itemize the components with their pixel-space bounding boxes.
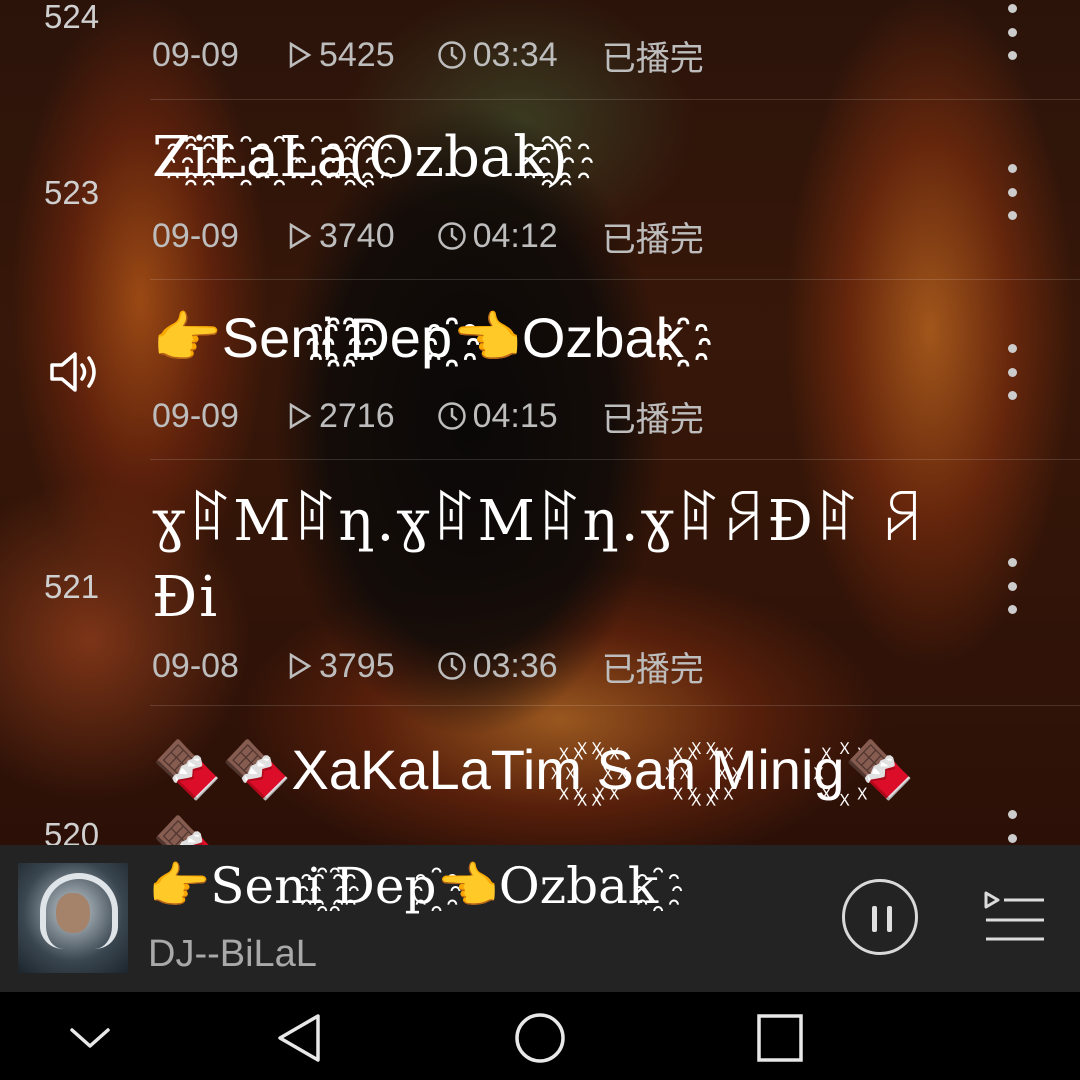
song-list[interactable]: 524 09-09 5425 03:34 已播完 Z҈i҈L҈a҈L҈a҈(҈O… — [0, 0, 1080, 845]
play-triangle-icon — [289, 41, 312, 69]
track-meta: 09-09 5425 03:34 已播完 — [152, 33, 704, 78]
pause-button[interactable] — [842, 879, 918, 955]
play-count: 5425 — [318, 35, 395, 74]
clock-icon — [437, 402, 466, 430]
more-vertical-icon[interactable] — [1004, 810, 1020, 845]
pause-icon — [887, 906, 892, 932]
track-title: ɣꍏMꍏƞ.ɣꍏMꍏƞ.ɣꍏꋪĐꍏ ꋪĐi — [152, 489, 927, 630]
mini-player[interactable]: 👉Seni҈ ҈Dep҈👈Ozbak҈ DJ--BiLaL — [0, 845, 1080, 992]
track-date: 09-08 — [152, 646, 239, 685]
track-date: 09-09 — [152, 396, 239, 435]
track-meta: 09-08 3795 03:36 已播完 — [152, 644, 704, 689]
track-duration: 03:34 — [472, 35, 558, 74]
more-vertical-icon[interactable] — [1004, 164, 1020, 220]
track-title: 👉Seni҈ ҈Dep҈👈Ozbak҈ — [152, 306, 684, 369]
track-date: 09-09 — [152, 216, 239, 255]
speaker-icon — [50, 352, 96, 392]
play-triangle-icon — [289, 402, 312, 430]
list-item[interactable]: Z҈i҈L҈a҈L҈a҈(҈Ozbak҈)҈ 523 09-09 3740 04… — [0, 100, 1080, 280]
track-number: 521 — [44, 568, 100, 605]
list-item[interactable]: ɣꍏMꍏƞ.ɣꍏMꍏƞ.ɣꍏꋪĐꍏ ꋪĐi 521 09-08 3795 03:… — [0, 460, 1080, 706]
track-title: 🍫🍫XaKaLaTim꙰ ꙰San꙰ ꙰Minig꙰🍫🍫 — [152, 738, 915, 845]
now-playing-title: 👉Seni҈ ҈Dep҈👈Ozbak҈ — [148, 857, 659, 915]
more-vertical-icon[interactable] — [1004, 344, 1020, 400]
track-number: 523 — [44, 174, 100, 211]
play-status: 已播完 — [601, 39, 704, 78]
playlist-queue-icon[interactable] — [982, 887, 1048, 945]
recents-icon[interactable] — [750, 1012, 810, 1064]
play-status: 已播完 — [601, 650, 704, 689]
play-triangle-icon — [289, 652, 312, 680]
track-duration: 04:15 — [472, 396, 558, 435]
more-vertical-icon[interactable] — [1004, 558, 1020, 614]
play-status: 已播完 — [601, 220, 704, 259]
track-meta: 09-09 3740 04:12 已播完 — [152, 214, 704, 259]
cover-face-shape — [56, 893, 90, 933]
home-icon[interactable] — [510, 1012, 570, 1064]
now-playing-artist: DJ--BiLaL — [148, 933, 317, 975]
play-count: 2716 — [318, 396, 395, 435]
track-duration: 04:12 — [472, 216, 558, 255]
clock-icon — [437, 41, 466, 69]
list-item[interactable]: 🍫🍫XaKaLaTim꙰ ꙰San꙰ ꙰Minig꙰🍫🍫 520 — [0, 706, 1080, 845]
back-icon[interactable] — [270, 1012, 330, 1064]
track-title: Z҈i҈L҈a҈L҈a҈(҈Ozbak҈)҈ — [152, 125, 566, 190]
list-item[interactable]: 524 09-09 5425 03:34 已播完 — [0, 0, 1080, 100]
list-item[interactable]: 👉Seni҈ ҈Dep҈👈Ozbak҈ 09-09 2716 04:15 已播完 — [0, 280, 1080, 460]
play-triangle-icon — [289, 222, 312, 250]
play-status: 已播完 — [601, 400, 704, 439]
track-duration: 03:36 — [472, 646, 558, 685]
album-cover[interactable] — [18, 863, 128, 973]
clock-icon — [437, 222, 466, 250]
track-date: 09-09 — [152, 35, 239, 74]
chevron-down-icon[interactable] — [60, 1012, 120, 1064]
clock-icon — [437, 652, 466, 680]
track-meta: 09-09 2716 04:15 已播完 — [152, 394, 704, 439]
play-count: 3740 — [318, 216, 395, 255]
play-count: 3795 — [318, 646, 395, 685]
track-number: 520 — [44, 816, 100, 845]
system-nav-bar — [0, 992, 1080, 1080]
more-vertical-icon[interactable] — [1004, 4, 1020, 60]
track-number: 524 — [44, 0, 100, 35]
pause-icon — [872, 906, 877, 932]
